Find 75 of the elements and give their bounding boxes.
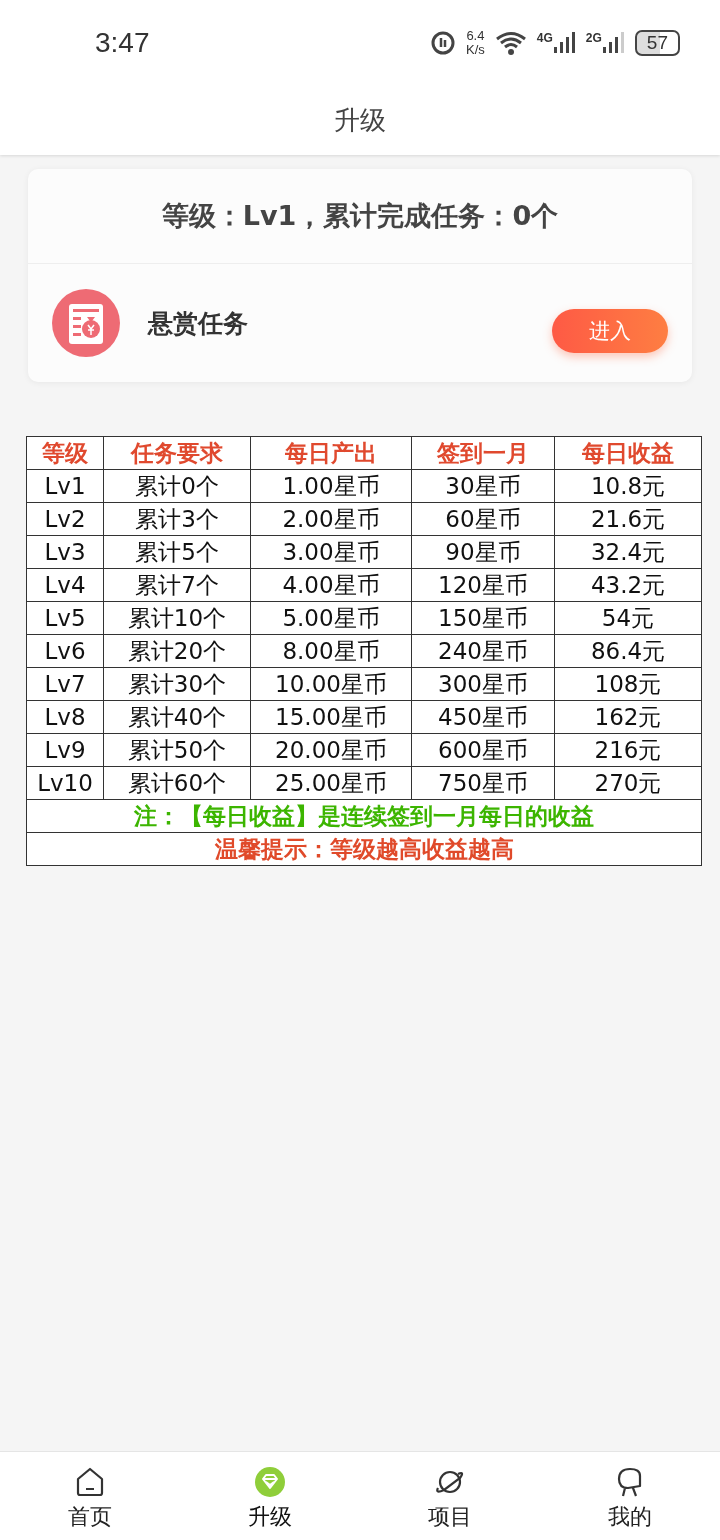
table-cell: 累计7个 (103, 568, 251, 602)
signal-icon (602, 30, 625, 55)
page-title: 升级 (334, 103, 386, 137)
table-cell: 750星币 (411, 766, 555, 800)
column-header: 每日收益 (554, 436, 702, 470)
table-cell: 10.00星币 (250, 667, 412, 701)
table-cell: 2.00星币 (250, 502, 412, 536)
column-header: 签到一月 (411, 436, 555, 470)
table-cell: 累计0个 (103, 469, 251, 503)
table-cell: 10.8元 (554, 469, 702, 503)
table-cell: 32.4元 (554, 535, 702, 569)
table-cell: 累计5个 (103, 535, 251, 569)
table-cell: Lv4 (26, 568, 104, 602)
nav-tab[interactable]: 首页 (0, 1452, 180, 1540)
table-cell: 累计40个 (103, 700, 251, 734)
table-cell: 270元 (554, 766, 702, 800)
table-cell: Lv7 (26, 667, 104, 701)
table-cell: Lv8 (26, 700, 104, 734)
table-cell: 1.00星币 (250, 469, 412, 503)
table-cell: 21.6元 (554, 502, 702, 536)
table-cell: 108元 (554, 667, 702, 701)
table-cell: 162元 (554, 700, 702, 734)
status-time: 3:47 (95, 26, 150, 59)
signal-icon (553, 30, 576, 55)
table-cell: 300星币 (411, 667, 555, 701)
table-cell: 120星币 (411, 568, 555, 602)
table-cell: 4.00星币 (250, 568, 412, 602)
table-cell: 240星币 (411, 634, 555, 668)
table-cell: Lv2 (26, 502, 104, 536)
table-cell: 5.00星币 (250, 601, 412, 635)
table-cell: 90星币 (411, 535, 555, 569)
home-icon (74, 1466, 106, 1498)
table-cell: 25.00星币 (250, 766, 412, 800)
table-cell: Lv6 (26, 634, 104, 668)
task-title: 悬赏任务 (148, 307, 248, 340)
table-cell: 15.00星币 (250, 700, 412, 734)
table-cell: 54元 (554, 601, 702, 635)
table-cell: Lv10 (26, 766, 104, 800)
table-cell: 86.4元 (554, 634, 702, 668)
table-cell: 累计3个 (103, 502, 251, 536)
table-cell: 累计30个 (103, 667, 251, 701)
table-cell: 3.00星币 (250, 535, 412, 569)
data-saver-icon (430, 29, 457, 56)
table-cell: 600星币 (411, 733, 555, 767)
table-cell: 30星币 (411, 469, 555, 503)
network-type: 2G (585, 30, 602, 45)
network-type: 4G (536, 30, 553, 45)
table-cell: Lv3 (26, 535, 104, 569)
table-note: 温馨提示：等级越高收益越高 (26, 832, 702, 866)
table-cell: 450星币 (411, 700, 555, 734)
column-header: 等级 (26, 436, 104, 470)
table-cell: 150星币 (411, 601, 555, 635)
table-cell: 60星币 (411, 502, 555, 536)
table-cell: 216元 (554, 733, 702, 767)
table-cell: 累计60个 (103, 766, 251, 800)
table-cell: 累计10个 (103, 601, 251, 635)
network-speed: 6.4 K/s (466, 28, 485, 57)
nav-tab[interactable]: 项目 (360, 1452, 540, 1540)
wifi-icon (494, 30, 527, 55)
task-document-icon (52, 289, 120, 357)
column-header: 任务要求 (103, 436, 251, 470)
table-cell: Lv1 (26, 469, 104, 503)
column-header: 每日产出 (250, 436, 412, 470)
table-note: 注：【每日收益】是连续签到一月每日的收益 (26, 799, 702, 833)
level-summary: 等级：Lv1，累计完成任务：0个 (161, 199, 559, 233)
table-cell: Lv9 (26, 733, 104, 767)
table-cell: 20.00星币 (250, 733, 412, 767)
nav-tab[interactable]: 升级 (180, 1452, 360, 1540)
table-cell: 累计20个 (103, 634, 251, 668)
table-cell: 8.00星币 (250, 634, 412, 668)
table-cell: Lv5 (26, 601, 104, 635)
table-cell: 累计50个 (103, 733, 251, 767)
battery-level: 57 (634, 29, 680, 56)
nav-tab[interactable]: 我的 (540, 1452, 720, 1540)
table-cell: 43.2元 (554, 568, 702, 602)
